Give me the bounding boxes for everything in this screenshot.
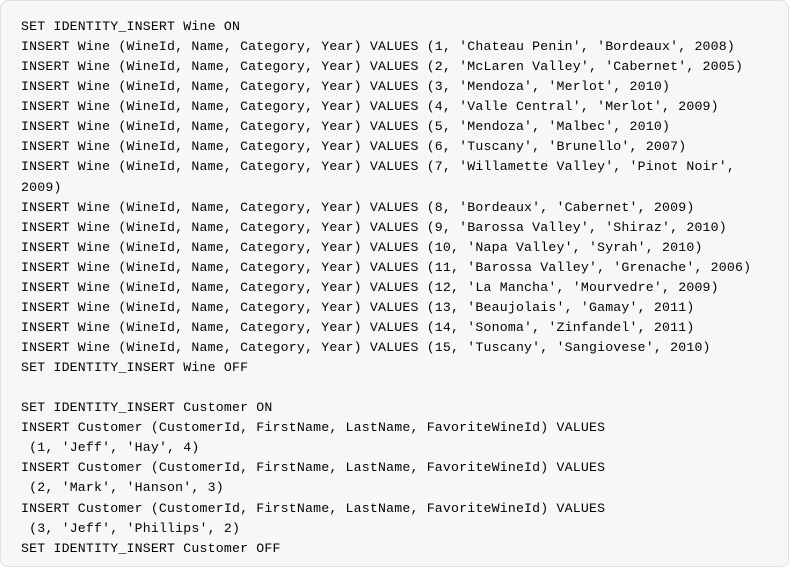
sql-code-block: SET IDENTITY_INSERT Wine ON INSERT Wine … <box>0 0 789 567</box>
